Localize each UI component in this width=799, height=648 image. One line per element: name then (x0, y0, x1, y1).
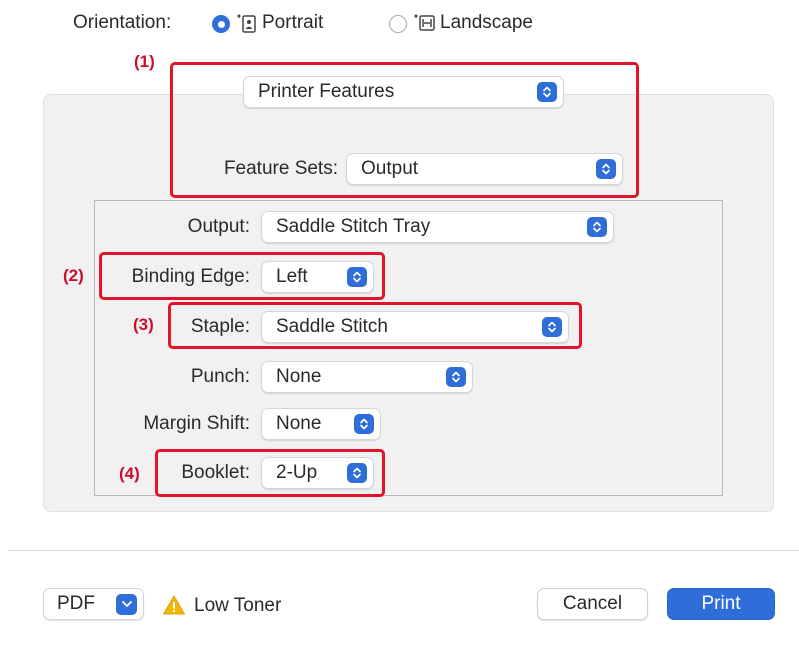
pdf-label: PDF (57, 593, 95, 614)
portrait-radio[interactable] (212, 15, 230, 33)
annotation-box-3 (168, 302, 582, 349)
annotation-marker-1: (1) (134, 52, 155, 71)
stepper-arrows-icon (354, 414, 374, 434)
landscape-orientation-icon (413, 13, 435, 40)
annotation-marker-3: (3) (133, 315, 154, 334)
print-button[interactable]: Print (667, 588, 775, 620)
stepper-arrows-icon (587, 217, 607, 237)
landscape-radio[interactable] (389, 15, 407, 33)
cancel-button[interactable]: Cancel (537, 588, 648, 620)
punch-popup[interactable]: None (261, 361, 473, 393)
chevron-down-icon (116, 593, 137, 615)
margin-shift-value: None (276, 413, 322, 434)
output-label: Output: (187, 216, 250, 237)
annotation-box-2 (99, 252, 385, 300)
footer-divider (8, 550, 799, 551)
annotation-marker-2: (2) (63, 266, 84, 285)
punch-value: None (276, 366, 322, 387)
status-text: Low Toner (194, 595, 282, 616)
warning-icon (162, 594, 186, 621)
orientation-label: Orientation: (73, 12, 172, 33)
annotation-marker-4: (4) (119, 464, 140, 483)
margin-shift-label: Margin Shift: (143, 413, 250, 434)
pdf-menu-button[interactable]: PDF (43, 588, 144, 620)
annotation-box-4 (155, 449, 385, 497)
output-value: Saddle Stitch Tray (276, 216, 431, 237)
output-popup[interactable]: Saddle Stitch Tray (261, 211, 614, 243)
portrait-orientation-icon (236, 13, 256, 40)
margin-shift-popup[interactable]: None (261, 408, 381, 440)
annotation-box-1 (170, 62, 639, 198)
landscape-label[interactable]: Landscape (440, 12, 533, 34)
punch-label: Punch: (190, 366, 250, 387)
portrait-label[interactable]: Portrait (262, 12, 323, 34)
stepper-arrows-icon (446, 367, 466, 387)
